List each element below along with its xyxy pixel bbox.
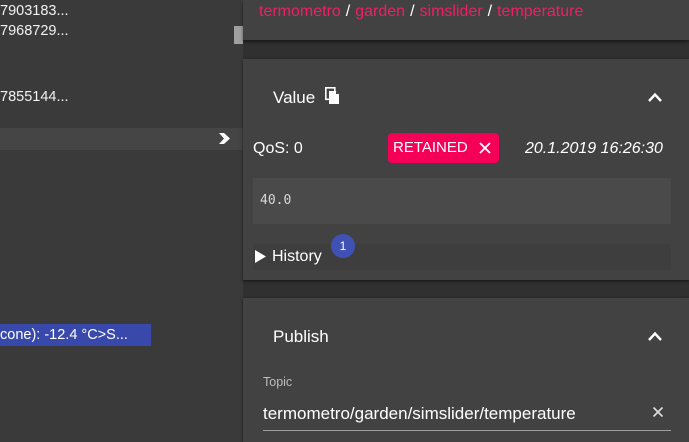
value-card-title: Value <box>273 88 316 107</box>
details-panel: termometro / garden / simslider / temperature … <box>243 0 689 442</box>
tree-scrollbar-thumb[interactable] <box>234 26 243 44</box>
tree-node-row[interactable] <box>0 128 243 150</box>
tree-node-selected[interactable]: cone): -12.4 °C>S... <box>0 324 151 346</box>
breadcrumb-item-garden[interactable]: garden <box>355 3 405 20</box>
retained-chip[interactable]: RETAINED <box>388 133 499 163</box>
copy-icon[interactable] <box>325 87 340 105</box>
tree-node[interactable]: 7903183... <box>0 2 69 20</box>
history-count-badge: 1 <box>331 234 355 258</box>
message-timestamp: 20.1.2019 16:26:30 <box>525 140 663 157</box>
history-toggle-row[interactable]: History 1 <box>253 234 671 270</box>
qos-label: QoS: 0 <box>253 140 303 157</box>
chevron-up-icon[interactable] <box>647 330 663 342</box>
breadcrumb-separator: / <box>345 3 351 20</box>
mqtt-explorer-window: 7903183... 7968729... 7855144... cone): … <box>0 0 689 442</box>
close-icon[interactable] <box>652 406 664 418</box>
breadcrumb-item-simslider[interactable]: simslider <box>420 3 483 20</box>
breadcrumb-bar: termometro / garden / simslider / temperature <box>243 0 689 40</box>
tree-node[interactable]: 7968729... <box>0 22 69 40</box>
breadcrumb-item-termometro[interactable]: termometro <box>259 3 341 20</box>
topic-field-label: Topic <box>263 375 293 389</box>
tree-node[interactable]: 7855144... <box>0 88 69 106</box>
value-card: Value QoS: 0 RETAINED 20.1.2019 16:26:30… <box>243 59 689 280</box>
topic-tree: 7903183... 7968729... 7855144... cone): … <box>0 0 243 442</box>
publish-card-title: Publish <box>273 327 329 346</box>
payload-view[interactable]: 40.0 <box>253 178 671 224</box>
retained-chip-label: RETAINED <box>393 139 468 156</box>
history-label[interactable]: History <box>272 248 322 266</box>
publish-card: Publish Topic <box>243 298 689 442</box>
chevron-right-icon[interactable] <box>218 132 231 145</box>
breadcrumb: termometro / garden / simslider / temperature <box>259 2 583 22</box>
breadcrumb-item-temperature[interactable]: temperature <box>497 3 583 20</box>
topic-input[interactable] <box>263 397 671 431</box>
breadcrumb-separator: / <box>487 3 493 20</box>
chevron-up-icon[interactable] <box>647 91 663 103</box>
breadcrumb-separator: / <box>410 3 415 20</box>
close-icon[interactable] <box>479 142 491 154</box>
play-triangle-icon[interactable] <box>254 249 267 264</box>
